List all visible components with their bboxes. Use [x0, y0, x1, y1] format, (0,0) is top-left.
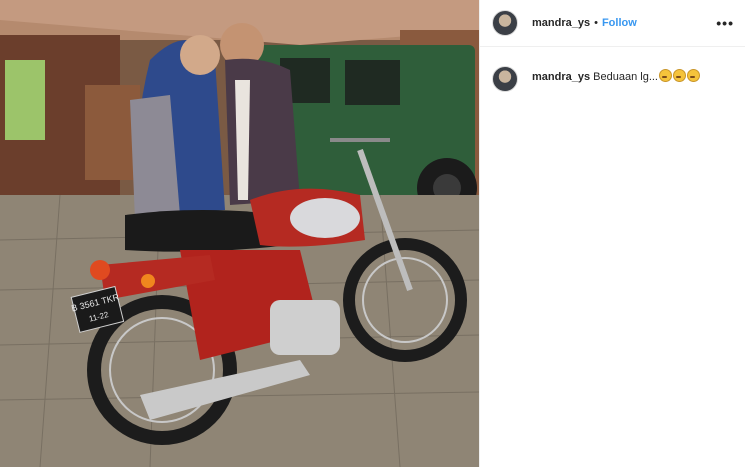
username-link[interactable]: mandra_ys	[532, 17, 590, 29]
caption-comment: mandra_ys Beduaan lg...	[480, 47, 745, 92]
separator-dot: •	[594, 17, 598, 29]
grimacing-face-icon	[673, 69, 686, 82]
post-sidebar: mandra_ys • Follow ••• mandra_ys Beduaan…	[479, 0, 745, 467]
caption-username-link[interactable]: mandra_ys	[532, 71, 590, 83]
more-options-icon[interactable]: •••	[716, 15, 734, 31]
post-header: mandra_ys • Follow •••	[480, 0, 745, 47]
follow-button[interactable]: Follow	[602, 17, 637, 29]
caption-body: Beduaan lg...	[593, 71, 658, 83]
grimacing-face-icon	[687, 69, 700, 82]
avatar[interactable]	[492, 10, 518, 36]
grimacing-face-icon	[659, 69, 672, 82]
post-photo-image: B 3561 TKR 11-22	[0, 0, 479, 467]
post-photo[interactable]: B 3561 TKR 11-22	[0, 0, 479, 467]
caption-text: mandra_ys Beduaan lg...	[532, 69, 700, 83]
caption-avatar[interactable]	[492, 66, 518, 92]
